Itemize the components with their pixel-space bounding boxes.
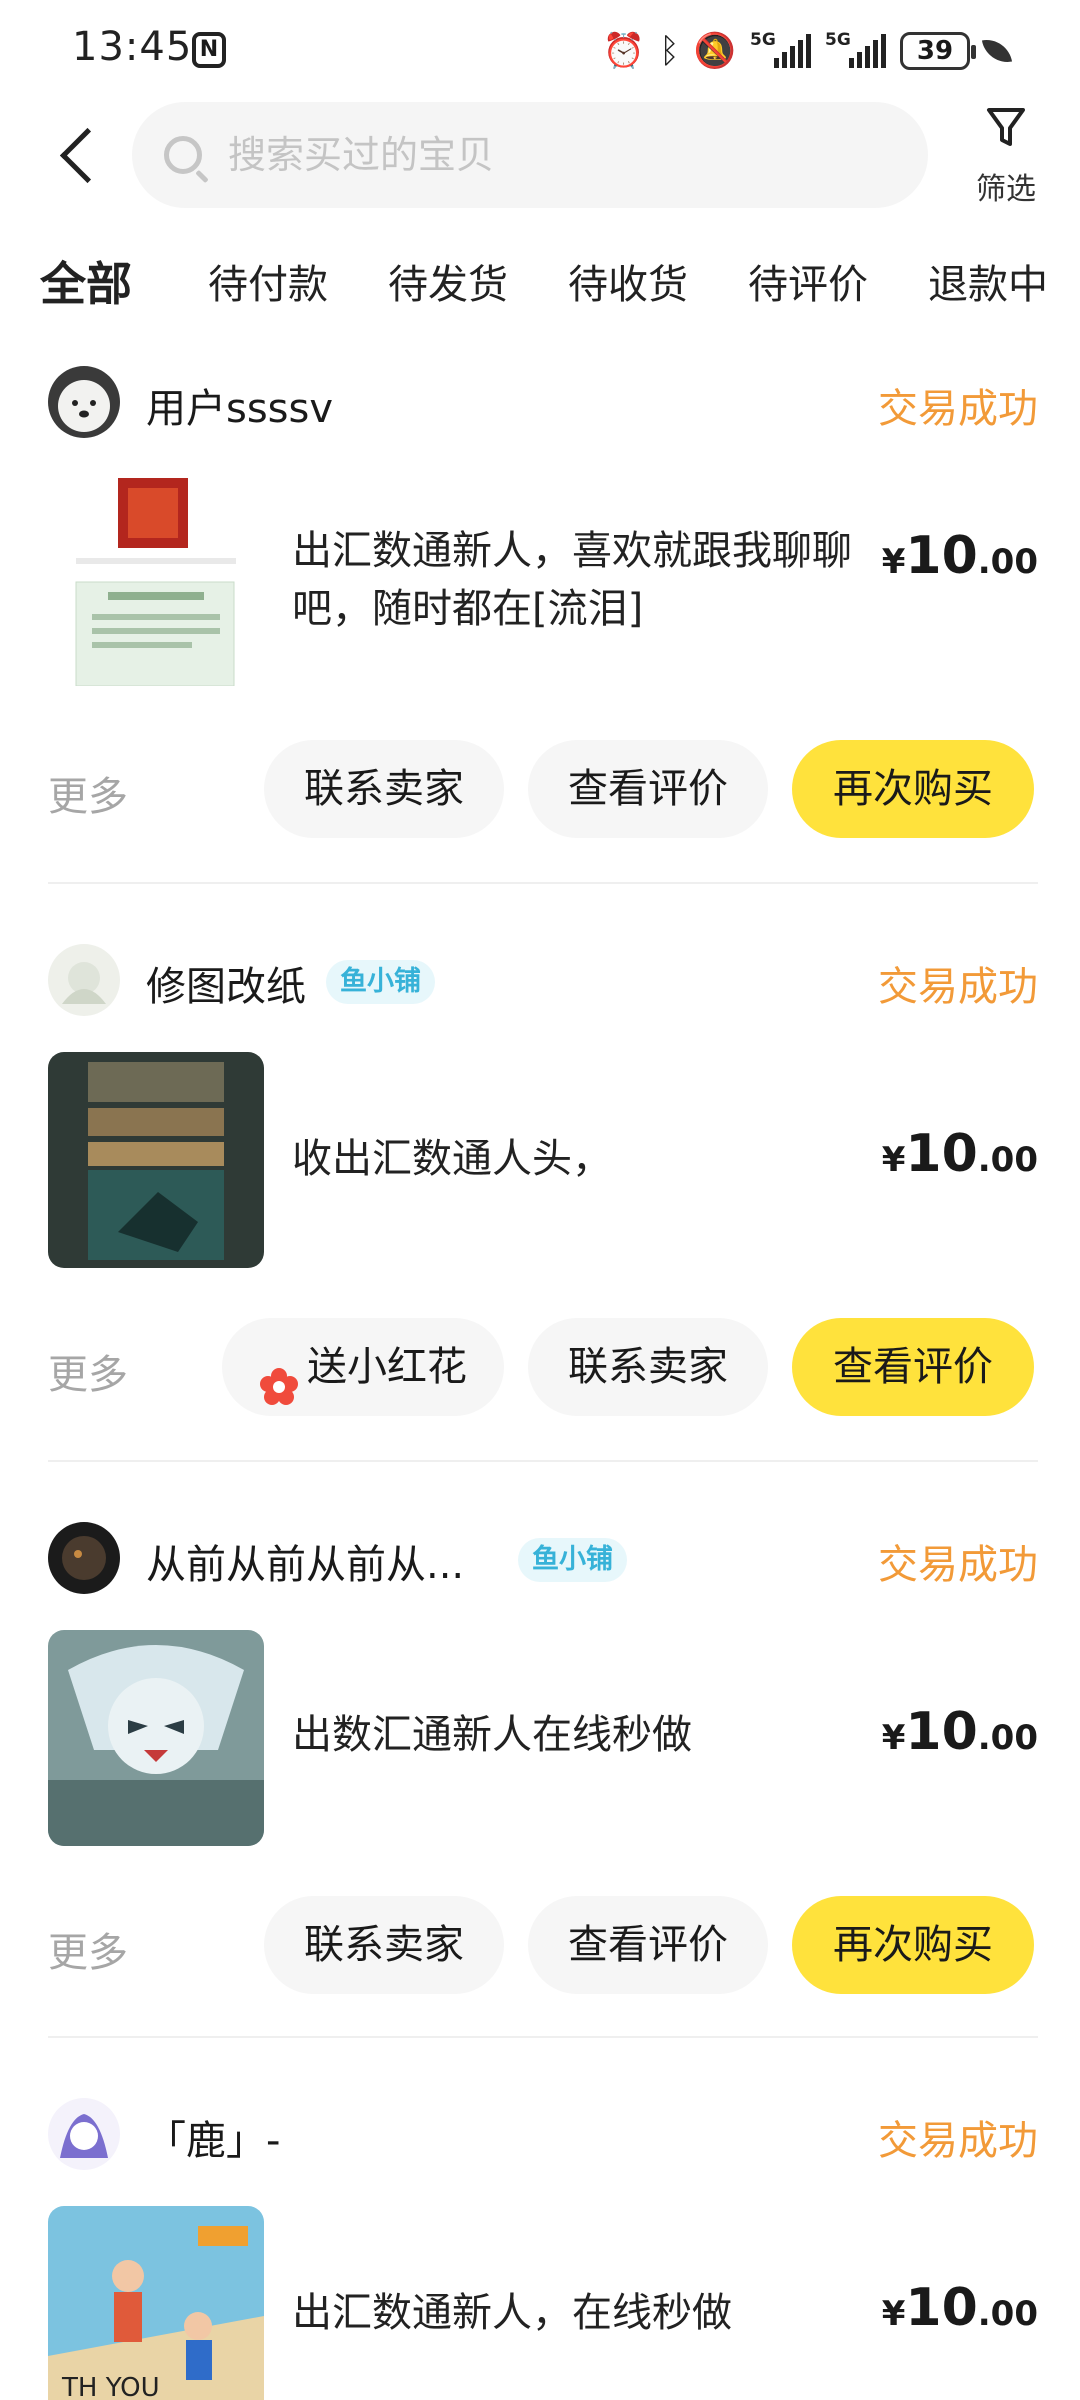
- product-image[interactable]: TH YOU: [48, 2206, 264, 2400]
- order-status: 交易成功: [878, 1542, 1038, 1588]
- avatar: [48, 366, 120, 438]
- product-title[interactable]: 出数汇通新人在线秒做: [292, 1706, 852, 1764]
- alarm-icon: ⏰: [602, 31, 646, 71]
- order-status: 交易成功: [878, 964, 1038, 1010]
- avatar: [48, 1522, 120, 1594]
- order-tabs: 全部 待付款 待发货 待收货 待评价 退款中: [0, 252, 1080, 322]
- order-status: 交易成功: [878, 2118, 1038, 2164]
- product-title[interactable]: 出汇数通新人，喜欢就跟我聊聊吧，随时都在[流泪]: [292, 522, 852, 638]
- seller-row[interactable]: 修图改纸 鱼小铺 交易成功: [48, 940, 1038, 1020]
- more-button[interactable]: 更多: [48, 1920, 128, 1978]
- header: 筛选: [0, 100, 1080, 210]
- seller-row[interactable]: 用户ssssv 交易成功: [48, 362, 1038, 442]
- product-title[interactable]: 收出汇数通人头，: [292, 1130, 852, 1188]
- seller-row[interactable]: 「鹿」- 交易成功: [48, 2094, 1038, 2174]
- search-bar[interactable]: [132, 102, 928, 208]
- avatar: [48, 2098, 120, 2170]
- buy-again-button[interactable]: 再次购买: [792, 740, 1034, 838]
- price: ¥10.00: [881, 1702, 1038, 1762]
- seller-name: 从前从前从前从...: [146, 1542, 465, 1588]
- avatar: [48, 944, 120, 1016]
- send-flower-button[interactable]: 送小红花: [222, 1318, 504, 1416]
- contact-seller-button[interactable]: 联系卖家: [264, 740, 504, 838]
- divider: [48, 882, 1038, 884]
- battery-icon: 39: [900, 32, 976, 70]
- tab-pending-receipt[interactable]: 待收货: [568, 252, 688, 310]
- seller-name: 用户ssssv: [146, 386, 334, 432]
- view-review-button[interactable]: 查看评价: [792, 1318, 1034, 1416]
- seller-name: 修图改纸: [146, 964, 306, 1010]
- divider: [48, 2036, 1038, 2038]
- price: ¥10.00: [881, 1124, 1038, 1184]
- product-image[interactable]: [48, 1052, 264, 1268]
- search-input[interactable]: [228, 102, 888, 208]
- price: ¥10.00: [881, 526, 1038, 586]
- filter-label: 筛选: [976, 172, 1036, 207]
- more-button[interactable]: 更多: [48, 764, 128, 822]
- nfc-icon: N: [192, 32, 226, 68]
- seller-name: 「鹿」-: [146, 2118, 281, 2164]
- price: ¥10.00: [881, 2278, 1038, 2338]
- funnel-icon: [986, 106, 1026, 150]
- signal-icon: 5G: [750, 30, 811, 68]
- product-image[interactable]: [48, 470, 264, 686]
- view-review-button[interactable]: 查看评价: [528, 740, 768, 838]
- signal-icon-2: 5G: [825, 30, 886, 68]
- tab-pending-shipment[interactable]: 待发货: [388, 252, 508, 310]
- more-button[interactable]: 更多: [48, 1342, 128, 1400]
- bluetooth-icon: ᛒ: [659, 31, 680, 71]
- divider: [48, 1460, 1038, 1462]
- shop-badge: 鱼小铺: [518, 1538, 627, 1582]
- flower-icon: [259, 1345, 299, 1405]
- svg-text:TH YOU: TH YOU: [61, 2373, 160, 2400]
- contact-seller-button[interactable]: 联系卖家: [528, 1318, 768, 1416]
- seller-row[interactable]: 从前从前从前从... 鱼小铺 交易成功: [48, 1518, 1038, 1598]
- product-image[interactable]: [48, 1630, 264, 1846]
- tab-all[interactable]: 全部: [38, 248, 134, 314]
- back-button[interactable]: [54, 124, 114, 188]
- status-bar: 13:45 N ⏰ ᛒ 🔕 5G 5G 39: [0, 0, 1080, 100]
- search-icon: [164, 136, 202, 174]
- tab-refunding[interactable]: 退款中: [928, 252, 1048, 310]
- product-title[interactable]: 出汇数通新人，在线秒做: [292, 2284, 852, 2342]
- contact-seller-button[interactable]: 联系卖家: [264, 1896, 504, 1994]
- leaf-icon: [981, 35, 1013, 67]
- tab-pending-review[interactable]: 待评价: [748, 252, 868, 310]
- tab-pending-payment[interactable]: 待付款: [208, 252, 328, 310]
- shop-badge: 鱼小铺: [326, 960, 435, 1004]
- order-status: 交易成功: [878, 386, 1038, 432]
- view-review-button[interactable]: 查看评价: [528, 1896, 768, 1994]
- mute-icon: 🔕: [693, 31, 736, 71]
- filter-button[interactable]: 筛选: [966, 106, 1046, 216]
- status-icons: ⏰ ᛒ 🔕 5G 5G 39: [602, 26, 1013, 76]
- buy-again-button[interactable]: 再次购买: [792, 1896, 1034, 1994]
- status-time: 13:45: [72, 24, 193, 70]
